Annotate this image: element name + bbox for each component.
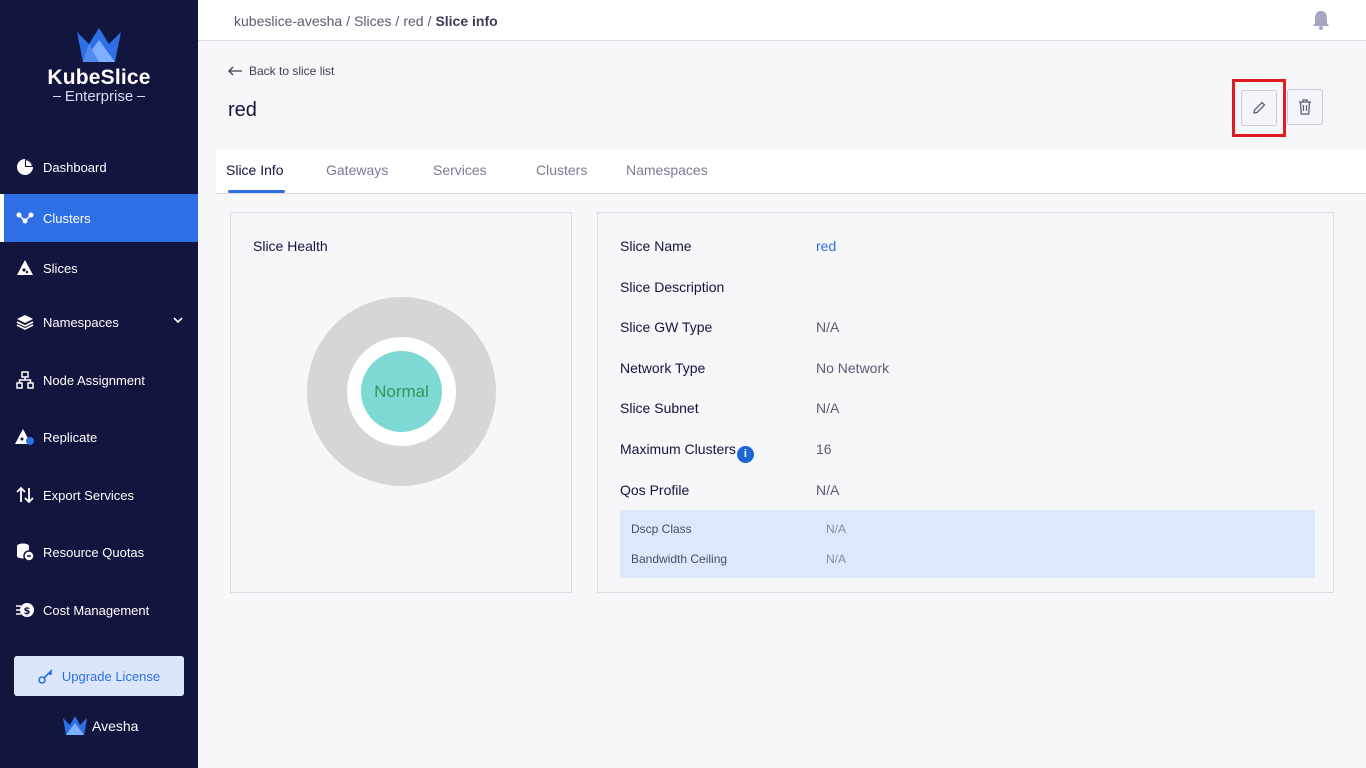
sidebar-item-label: Clusters [43, 210, 91, 226]
breadcrumb: kubeslice-avesha / Slices / red / Slice info [234, 13, 498, 29]
info-key: Network Type [620, 360, 706, 376]
qos-key: Bandwidth Ceiling [631, 552, 728, 566]
sidebar-item-namespaces[interactable]: Namespaces [0, 298, 198, 346]
breadcrumb-separator: / [346, 13, 351, 29]
upgrade-license-label: Upgrade License [61, 668, 161, 684]
breadcrumb-current: Slice info [435, 13, 498, 29]
breadcrumb-separator: / [427, 13, 432, 29]
kubeslice-logo: KubeSlice Enterprise [0, 28, 198, 105]
avesha-logo: Avesha [62, 716, 138, 736]
sidebar-item-label: Dashboard [43, 159, 107, 175]
sidebar-item-clusters[interactable]: Clusters [0, 194, 198, 242]
crown-icon [77, 28, 121, 62]
qos-profile-details: Dscp Class N/A Bandwidth Ceiling N/A [620, 510, 1315, 578]
sidebar-item-cost-management[interactable]: $ Cost Management [0, 586, 198, 634]
info-icon[interactable]: i [736, 445, 754, 463]
breadcrumb-separator: / [395, 13, 400, 29]
avesha-brand: Avesha [92, 718, 139, 734]
dash-left [52, 96, 61, 97]
back-to-slice-list-link[interactable]: Back to slice list [228, 64, 334, 78]
info-key: Qos Profile [620, 482, 690, 498]
sidebar-item-label: Replicate [43, 429, 98, 445]
brand-title: KubeSlice [47, 66, 151, 89]
layers-icon [15, 312, 35, 332]
upgrade-license-button[interactable]: Upgrade License [14, 656, 184, 696]
sidebar-item-label: Slices [43, 260, 78, 276]
info-value: N/A [816, 319, 840, 335]
brand-subtitle: Enterprise [64, 88, 134, 105]
pie-chart-icon [15, 157, 35, 177]
page-title: red [228, 99, 257, 121]
bell-icon[interactable] [1312, 10, 1330, 30]
health-status: Normal [361, 351, 442, 432]
sidebar-item-label: Export Services [43, 487, 135, 503]
sidebar: KubeSlice Enterprise Dashboard Clusters … [0, 0, 198, 768]
brand-subtitle-row: Enterprise [0, 88, 198, 105]
info-key: Slice GW Type [620, 319, 713, 335]
breadcrumb-org[interactable]: kubeslice-avesha [234, 13, 342, 29]
info-value: N/A [816, 482, 840, 498]
hierarchy-icon [15, 370, 35, 390]
info-value: 16 [816, 441, 832, 457]
slice-info-card: Slice Name red Slice Description Slice G… [597, 212, 1334, 593]
sidebar-item-resource-quotas[interactable]: Resource Quotas [0, 528, 198, 576]
database-coins-icon [15, 542, 35, 562]
sidebar-item-replicate[interactable]: Replicate [0, 413, 198, 461]
slice-health-title: Slice Health [253, 238, 328, 254]
edit-button[interactable] [1241, 90, 1277, 126]
sidebar-item-label: Namespaces [43, 314, 119, 330]
info-key-with-icon: Maximum Clusters i [620, 441, 754, 463]
tab-namespaces[interactable]: Namespaces [626, 162, 708, 178]
sidebar-item-dashboard[interactable]: Dashboard [0, 143, 198, 191]
tab-services[interactable]: Services [433, 162, 487, 178]
breadcrumb-slice-name[interactable]: red [403, 13, 423, 29]
chevron-down-icon[interactable] [172, 314, 184, 326]
svg-text:$: $ [24, 606, 31, 617]
sidebar-item-label: Node Assignment [43, 372, 145, 388]
sidebar-item-slices[interactable]: Slices [0, 244, 198, 292]
qos-value: N/A [826, 552, 847, 566]
dash-right [137, 96, 146, 97]
qos-value: N/A [826, 522, 847, 536]
top-bar: kubeslice-avesha / Slices / red / Slice info [198, 0, 1366, 41]
health-donut-ring: Normal [347, 337, 456, 446]
tab-gateways[interactable]: Gateways [326, 162, 388, 178]
info-key: Slice Name [620, 238, 692, 254]
sidebar-item-label: Resource Quotas [43, 544, 145, 560]
tab-clusters[interactable]: Clusters [536, 162, 587, 178]
cluster-nodes-icon [15, 208, 35, 228]
health-donut: Normal [307, 297, 496, 486]
sidebar-item-label: Cost Management [43, 602, 150, 618]
key-icon [38, 669, 53, 684]
breadcrumb-slices[interactable]: Slices [354, 13, 391, 29]
qos-key: Dscp Class [631, 522, 692, 536]
tab-slice-info[interactable]: Slice Info [226, 162, 284, 178]
replicate-icon [15, 427, 35, 447]
arrows-up-down-icon [15, 485, 35, 505]
info-key: Slice Subnet [620, 400, 699, 416]
info-value: No Network [816, 360, 890, 376]
pencil-icon [1253, 101, 1266, 114]
back-label: Back to slice list [249, 64, 335, 78]
sidebar-item-export-services[interactable]: Export Services [0, 471, 198, 519]
active-tab-indicator [228, 190, 285, 193]
edit-button-highlight [1232, 79, 1286, 137]
delete-button[interactable] [1287, 89, 1323, 125]
trash-icon [1299, 99, 1311, 115]
arrow-left-icon [228, 66, 242, 76]
slice-tabs: Slice Info Gateways Services Clusters Na… [216, 150, 1366, 194]
info-value: N/A [816, 400, 840, 416]
info-key: Maximum Clusters [620, 441, 736, 457]
slice-health-card: Slice Health Normal [230, 212, 572, 593]
slice-icon [15, 258, 35, 278]
avesha-crown-icon [63, 716, 87, 735]
dollar-coins-icon: $ [15, 600, 35, 620]
sidebar-item-node-assignment[interactable]: Node Assignment [0, 356, 198, 404]
info-key: Slice Description [620, 279, 725, 295]
info-value[interactable]: red [816, 238, 836, 254]
